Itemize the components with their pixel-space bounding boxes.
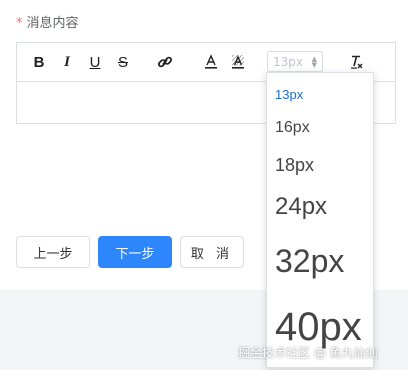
next-step-button[interactable]: 下一步 [98, 236, 172, 268]
font-size-select[interactable]: 13px ▲ ▼ [267, 51, 323, 72]
background-color-icon [232, 55, 244, 69]
clear-format-icon [351, 55, 363, 69]
font-size-option[interactable]: 32px [275, 243, 344, 280]
font-size-option-selected[interactable]: 13px [275, 87, 303, 102]
bold-button[interactable]: B [29, 52, 49, 72]
link-icon [157, 56, 173, 68]
select-arrows-icon: ▲ ▼ [311, 55, 317, 69]
link-button[interactable] [155, 52, 175, 72]
font-size-value: 13px [273, 54, 303, 69]
cancel-button[interactable]: 取 消 [180, 236, 244, 268]
font-size-dropdown: 13px 16px 18px 24px 32px 40px [266, 72, 374, 368]
font-size-option[interactable]: 18px [275, 155, 314, 176]
message-content-label: * 消息内容 [16, 12, 79, 31]
italic-button[interactable]: I [57, 52, 77, 72]
watermark-text: 掘金技术社区 @ 鱼丸仙仙 [238, 346, 378, 360]
strike-button[interactable]: S [113, 52, 133, 72]
background-color-button[interactable] [228, 52, 248, 72]
italic-icon: I [64, 53, 70, 70]
font-size-option[interactable]: 24px [275, 193, 327, 221]
strike-icon: S [117, 53, 128, 71]
bold-icon: B [33, 53, 45, 71]
required-mark: * [16, 16, 23, 31]
font-color-button[interactable] [201, 52, 221, 72]
font-size-option[interactable]: 16px [275, 119, 310, 137]
font-color-icon [205, 54, 217, 69]
underline-button[interactable]: U [85, 52, 105, 72]
prev-step-button[interactable]: 上一步 [16, 236, 90, 268]
field-label: 消息内容 [26, 16, 79, 31]
clear-format-button[interactable] [347, 52, 367, 72]
underline-icon: U [89, 53, 101, 71]
